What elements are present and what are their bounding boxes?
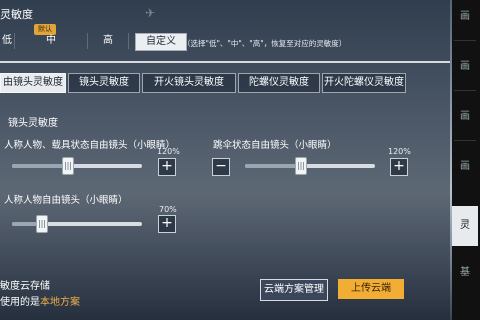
setting-label: 人称人物自由镜头（小眼睛） [4, 195, 128, 206]
sidebar-item[interactable]: 画 [452, 2, 478, 32]
slider-track[interactable] [12, 157, 142, 175]
slider-thumb[interactable] [61, 157, 74, 175]
section-title: 灵敏度 [0, 8, 33, 21]
cloud-storage-title: 敏度云存储 [0, 281, 50, 292]
preset-medium-button[interactable]: 中 [15, 33, 88, 49]
preset-low-button[interactable]: 低 [0, 33, 15, 49]
sensitivity-tabs: 由镜头灵敏度 镜头灵敏度 开火镜头灵敏度 陀螺仪灵敏度 开火陀螺仪灵敏度 [0, 73, 406, 93]
tab-gyroscope[interactable]: 陀螺仪灵敏度 [238, 73, 320, 93]
sidebar-item[interactable]: 画 [452, 152, 478, 182]
setting-percent: 120% [388, 147, 411, 156]
slider-fill [245, 164, 300, 168]
tab-free-camera[interactable]: 由镜头灵敏度 [0, 73, 66, 93]
preset-custom-button[interactable]: 自定义 [135, 33, 187, 51]
sidebar-item-sensitivity[interactable]: 灵 [452, 206, 478, 246]
slider-track[interactable] [12, 215, 142, 233]
tab-fire-camera[interactable]: 开火镜头灵敏度 [142, 73, 236, 93]
setting-percent: 120% [157, 147, 180, 156]
sidebar-divider [454, 140, 476, 141]
sidebar-divider [454, 90, 476, 91]
sidebar-divider [454, 40, 476, 41]
preset-selector: 低 中 高 自定义 [0, 33, 187, 51]
current-scheme-value: 本地方案 [40, 297, 80, 308]
setting-label: 跳伞状态自由镜头（小眼睛） [213, 140, 337, 151]
sidebar-item[interactable]: 基 [452, 258, 478, 288]
slider-track[interactable] [245, 157, 375, 175]
upload-cloud-button[interactable]: 上传云端 [338, 279, 404, 299]
sidebar-item[interactable]: 画 [452, 52, 478, 82]
current-scheme-prefix: 使用的是 [0, 297, 40, 308]
airplane-icon: ✈ [145, 6, 156, 20]
setting-percent: 70% [159, 205, 177, 214]
increase-button[interactable]: + [158, 215, 176, 233]
slider-thumb[interactable] [35, 215, 48, 233]
settings-screen: ✈ 灵敏度 默认 低 中 高 自定义 （选择"低"、"中"、"高"，恢复至对应的… [0, 0, 480, 320]
tab-fire-gyroscope[interactable]: 开火陀螺仪灵敏度 [322, 73, 406, 93]
current-scheme: 使用的是本地方案 [0, 293, 80, 308]
increase-button[interactable]: + [390, 158, 408, 176]
setting-label: 人称人物、载具状态自由镜头（小眼睛） [4, 140, 176, 151]
settings-sidebar: 画 画 画 画 灵 基 [452, 0, 480, 320]
tab-camera[interactable]: 镜头灵敏度 [68, 73, 140, 93]
slider-thumb[interactable] [294, 157, 307, 175]
cloud-scheme-manage-button[interactable]: 云端方案管理 [260, 279, 328, 301]
increase-button[interactable]: + [158, 158, 176, 176]
divider [0, 61, 450, 63]
decrease-button[interactable]: − [212, 158, 230, 176]
slider-fill [12, 164, 67, 168]
preset-high-button[interactable]: 高 [88, 33, 129, 49]
sidebar-item[interactable]: 画 [452, 102, 478, 132]
subsection-title: 镜头灵敏度 [8, 118, 58, 129]
preset-note: （选择"低"、"中"、"高"，恢复至对应的灵敏度） [183, 39, 347, 48]
